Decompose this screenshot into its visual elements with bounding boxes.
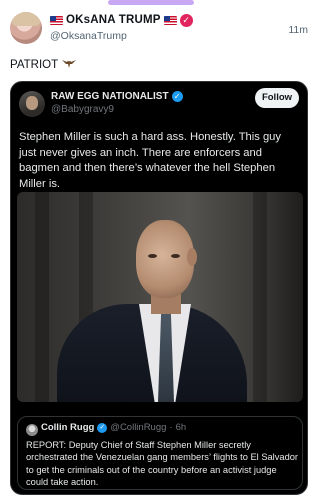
post-text: PATRIOT: [10, 57, 77, 72]
quoted-post-card[interactable]: RAW EGG NATIONALIST ✓ @Babygravy9 Follow…: [10, 81, 308, 495]
verified-badge-icon: ✓: [179, 13, 193, 27]
verified-badge-icon: ✓: [171, 91, 183, 102]
eagle-icon: [62, 57, 77, 72]
quoted-author-name-row[interactable]: RAW EGG NATIONALIST ✓: [51, 91, 183, 102]
top-scroll-indicator: [0, 0, 318, 6]
photo-eyes: [144, 254, 184, 259]
us-flag-icon: [163, 15, 177, 25]
author-avatar[interactable]: [10, 12, 42, 44]
photo-ear: [187, 248, 197, 266]
post-timestamp[interactable]: 11m: [288, 24, 308, 36]
author-name-row[interactable]: OKsANA TRUMP ✓: [50, 12, 193, 28]
follow-button[interactable]: Follow: [255, 88, 299, 108]
quoted-author-avatar[interactable]: [19, 91, 45, 117]
nested-author-name[interactable]: Collin Rugg: [41, 422, 94, 433]
author-handle[interactable]: @OksanaTrump: [50, 30, 127, 42]
nested-author-handle[interactable]: @CollinRugg: [110, 422, 166, 433]
quoted-author-name[interactable]: RAW EGG NATIONALIST: [51, 91, 169, 102]
nested-post-text: REPORT: Deputy Chief of Staff Stephen Mi…: [26, 440, 299, 487]
post-header: OKsANA TRUMP ✓ @OksanaTrump 11m: [10, 10, 310, 50]
nested-post-header: Collin Rugg ✓ @CollinRugg · 6h: [41, 422, 186, 433]
post-text-content: PATRIOT: [10, 58, 59, 71]
scroll-pill: [108, 0, 194, 5]
author-display-name[interactable]: OKsANA TRUMP: [66, 14, 161, 26]
us-flag-icon: [50, 15, 63, 25]
nested-author-avatar[interactable]: [26, 424, 38, 436]
quoted-post-photo[interactable]: [17, 192, 303, 402]
verified-badge-icon: ✓: [97, 422, 108, 433]
nested-separator: ·: [169, 422, 173, 433]
quoted-post-text: Stephen Miller is such a hard ass. Hones…: [19, 131, 281, 190]
nested-quoted-post[interactable]: Collin Rugg ✓ @CollinRugg · 6h REPORT: D…: [17, 416, 303, 490]
quoted-author-handle[interactable]: @Babygravy9: [51, 104, 114, 115]
nested-timestamp[interactable]: 6h: [176, 422, 187, 433]
photo-head: [136, 220, 194, 298]
